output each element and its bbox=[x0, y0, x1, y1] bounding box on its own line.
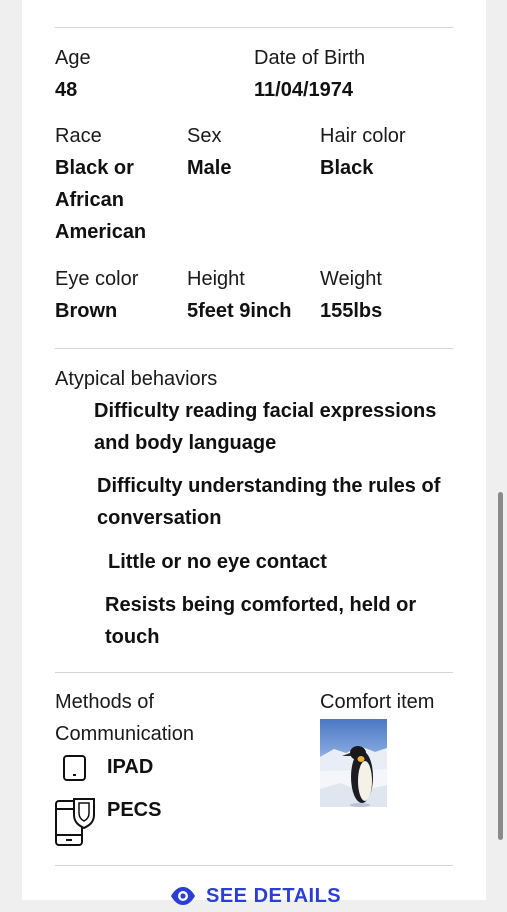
behavior-line: Little or no eye contact bbox=[108, 551, 327, 573]
see-details-label: SEE DETAILS bbox=[206, 884, 342, 907]
behavior-line: Resists being comforted, held or bbox=[105, 594, 417, 616]
dob-value: 11/04/1974 bbox=[254, 79, 353, 101]
divider bbox=[55, 865, 453, 866]
behavior-line: touch bbox=[105, 626, 160, 648]
weight-value: 155lbs bbox=[320, 300, 383, 322]
hair-value: Black bbox=[320, 157, 374, 179]
communication-label-line-1: Methods of bbox=[55, 691, 154, 713]
hair-label: Hair color bbox=[320, 125, 406, 147]
sex-label: Sex bbox=[187, 125, 222, 147]
behavior-line: Difficulty reading facial expressions bbox=[94, 400, 437, 422]
behavior-line: conversation bbox=[97, 507, 222, 529]
height-value: 5feet 9inch bbox=[187, 300, 292, 322]
race-label: Race bbox=[55, 125, 102, 147]
method-label-ipad: IPAD bbox=[107, 756, 154, 778]
comfort-label: Comfort item bbox=[320, 691, 435, 713]
behavior-item: Little or no eye contact bbox=[108, 546, 468, 578]
method-label-pecs: PECS bbox=[107, 799, 162, 821]
behavior-item: Resists being comforted, held or touch bbox=[105, 589, 465, 653]
eye-value: Brown bbox=[55, 300, 118, 322]
eye-icon bbox=[170, 886, 196, 906]
scrollbar[interactable] bbox=[498, 492, 503, 840]
behaviors-label: Atypical behaviors bbox=[55, 368, 218, 390]
behavior-item: Difficulty understanding the rules of co… bbox=[97, 470, 467, 534]
phone-cards-icon bbox=[54, 795, 98, 847]
comfort-item-image[interactable] bbox=[320, 719, 387, 807]
penguin-photo bbox=[320, 719, 387, 807]
age-label: Age bbox=[55, 47, 91, 69]
race-value-line-2: African bbox=[55, 189, 124, 211]
behavior-line: Difficulty understanding the rules of bbox=[97, 475, 441, 497]
age-value: 48 bbox=[55, 79, 78, 101]
eye-label: Eye color bbox=[55, 268, 139, 290]
divider bbox=[55, 672, 453, 673]
weight-label: Weight bbox=[320, 268, 382, 290]
communication-label-line-2: Communication bbox=[55, 723, 194, 745]
height-label: Height bbox=[187, 268, 245, 290]
divider bbox=[55, 27, 453, 28]
divider bbox=[55, 348, 453, 349]
race-value-line-3: American bbox=[55, 221, 147, 243]
see-details-button[interactable]: SEE DETAILS bbox=[170, 880, 341, 912]
behavior-item: Difficulty reading facial expressions an… bbox=[94, 395, 464, 459]
dob-label: Date of Birth bbox=[254, 47, 366, 69]
tablet-icon bbox=[62, 754, 88, 782]
behavior-line: and body language bbox=[94, 432, 277, 454]
race-value-line-1: Black or bbox=[55, 157, 134, 179]
sex-value: Male bbox=[187, 157, 232, 179]
